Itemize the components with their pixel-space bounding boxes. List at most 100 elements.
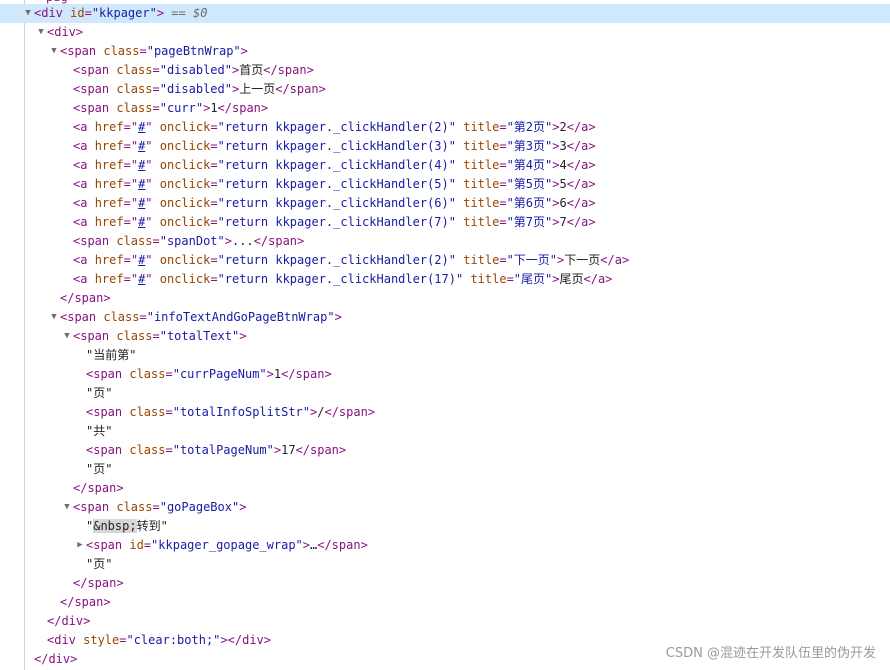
dom-node-row[interactable]: ▶ <span id="kkpager_gopage_wrap">…</span>	[0, 536, 890, 555]
dom-node-markup: </span>	[60, 289, 111, 308]
expanded-triangle-icon[interactable]: ▼	[61, 327, 73, 346]
dom-node-row[interactable]: <span class="currPageNum">1</span>	[0, 365, 890, 384]
markup-token: >	[334, 310, 342, 324]
dom-node-row[interactable]: "页"	[0, 460, 890, 479]
dom-node-row[interactable]: <span class="disabled">首页</span>	[0, 61, 890, 80]
markup-token: </a>	[566, 120, 596, 134]
dom-node-row[interactable]: ▼ <div>	[0, 23, 890, 42]
dom-node-row[interactable]: "&nbsp;转到"	[0, 517, 890, 536]
dom-node-row[interactable]: <span class="totalPageNum">17</span>	[0, 441, 890, 460]
dom-node-row[interactable]: <a href="#" onclick="return kkpager._cli…	[0, 213, 890, 232]
markup-token: =	[210, 158, 218, 172]
markup-token: "kkpager_gopage_wrap"	[151, 538, 303, 552]
markup-token: 4	[559, 158, 567, 172]
markup-token: =	[152, 82, 160, 96]
markup-token: =	[123, 253, 131, 267]
dom-node-row[interactable]: <span class="curr">1</span>	[0, 99, 890, 118]
markup-token: "尾页"	[513, 272, 553, 286]
markup-token: href	[94, 139, 124, 153]
markup-token: =	[139, 310, 147, 324]
markup-token: "clear:both;"	[126, 633, 221, 647]
expanded-triangle-icon[interactable]: ▼	[22, 4, 34, 23]
markup-token: </a>	[566, 177, 596, 191]
markup-token: href	[94, 196, 124, 210]
dom-node-row[interactable]: "共"	[0, 422, 890, 441]
markup-token: >	[224, 234, 232, 248]
markup-token: "kkpager"	[91, 6, 157, 20]
markup-token: </span>	[324, 405, 376, 419]
markup-token: <span	[60, 44, 104, 58]
dom-node-row[interactable]: "页"	[0, 555, 890, 574]
markup-token: =	[84, 6, 92, 20]
markup-token: =	[499, 215, 507, 229]
markup-token: onclick	[159, 272, 211, 286]
dom-node-row[interactable]: ▼ <span class="totalText">	[0, 327, 890, 346]
dom-node-markup: "页"	[86, 555, 112, 574]
markup-token: "curr"	[159, 101, 204, 115]
markup-token: >	[552, 215, 560, 229]
elements-panel: pag ▼<div id="kkpager"> == $0▼<div>▼<spa…	[0, 0, 890, 670]
dom-node-row[interactable]: <a href="#" onclick="return kkpager._cli…	[0, 251, 890, 270]
dom-node-row[interactable]: "页"	[0, 384, 890, 403]
expanded-triangle-icon[interactable]: ▼	[61, 498, 73, 517]
markup-token: 7	[559, 215, 567, 229]
dom-node-row[interactable]: <a href="#" onclick="return kkpager._cli…	[0, 175, 890, 194]
dom-node-markup: "共"	[86, 422, 112, 441]
dom-node-markup: <span class="disabled">首页</span>	[73, 61, 314, 80]
dom-node-row[interactable]: <a href="#" onclick="return kkpager._cli…	[0, 156, 890, 175]
dom-node-row[interactable]: </span>	[0, 479, 890, 498]
markup-token: class	[116, 82, 153, 96]
markup-token: <span	[86, 405, 130, 419]
expanded-triangle-icon[interactable]: ▼	[35, 23, 47, 42]
watermark: CSDN @混迹在开发队伍里的伪开发	[665, 646, 876, 661]
dom-node-row[interactable]: <a href="#" onclick="return kkpager._cli…	[0, 137, 890, 156]
markup-token: =	[123, 272, 131, 286]
markup-token: title	[470, 272, 507, 286]
dom-node-row[interactable]: ▼ <span class="pageBtnWrap">	[0, 42, 890, 61]
markup-token: title	[463, 177, 500, 191]
dom-node-row[interactable]: <a href="#" onclick="return kkpager._cli…	[0, 194, 890, 213]
markup-token: class	[116, 101, 153, 115]
dom-node-row[interactable]: <a href="#" onclick="return kkpager._cli…	[0, 118, 890, 137]
markup-token: =	[143, 538, 152, 552]
markup-token: href	[94, 177, 124, 191]
markup-token: "	[145, 177, 160, 191]
markup-token: 2	[559, 120, 567, 134]
dom-node-row[interactable]: </div>	[0, 612, 890, 631]
expanded-triangle-icon[interactable]: ▼	[48, 308, 60, 327]
dom-node-markup: "&nbsp;转到"	[86, 517, 168, 536]
markup-token: "第5页"	[506, 177, 553, 191]
dom-node-row[interactable]: ▼ <span class="goPageBox">	[0, 498, 890, 517]
dom-node-row[interactable]: <span class="spanDot">...</span>	[0, 232, 890, 251]
dom-node-row[interactable]: <span class="disabled">上一页</span>	[0, 80, 890, 99]
markup-token: "	[130, 272, 139, 286]
markup-token: >	[302, 538, 310, 552]
markup-token: <span	[73, 500, 117, 514]
markup-token: "return kkpager._clickHandler(2)"	[217, 253, 456, 267]
markup-token: =	[506, 272, 514, 286]
dom-node-markup: <span class="disabled">上一页</span>	[73, 80, 326, 99]
markup-token: 5	[559, 177, 567, 191]
dom-node-row[interactable]: <span class="totalInfoSplitStr">/</span>	[0, 403, 890, 422]
markup-token: "第7页"	[506, 215, 553, 229]
dom-node-row[interactable]: </span>	[0, 574, 890, 593]
dom-node-row[interactable]: </span>	[0, 289, 890, 308]
markup-token: </span>	[73, 481, 124, 495]
dom-node-row[interactable]: <a href="#" onclick="return kkpager._cli…	[0, 270, 890, 289]
dom-node-markup: <a href="#" onclick="return kkpager._cli…	[73, 118, 596, 137]
markup-token: title	[463, 120, 500, 134]
collapsed-triangle-icon[interactable]: ▶	[74, 536, 86, 555]
dom-node-row[interactable]: "当前第"	[0, 346, 890, 365]
markup-token: </div>	[47, 614, 91, 628]
markup-token: <div>	[47, 25, 84, 39]
markup-token: "	[145, 139, 160, 153]
markup-token: id	[129, 538, 144, 552]
expanded-triangle-icon[interactable]: ▼	[48, 42, 60, 61]
markup-token: =	[165, 443, 173, 457]
dom-node-row[interactable]: ▼ <div id="kkpager"> == $0	[0, 4, 890, 23]
dom-node-row[interactable]: </span>	[0, 593, 890, 612]
markup-token: <span	[86, 538, 130, 552]
markup-token: 1	[210, 101, 218, 115]
dom-node-row[interactable]: ▼ <span class="infoTextAndGoPageBtnWrap">	[0, 308, 890, 327]
markup-token: id	[70, 6, 85, 20]
